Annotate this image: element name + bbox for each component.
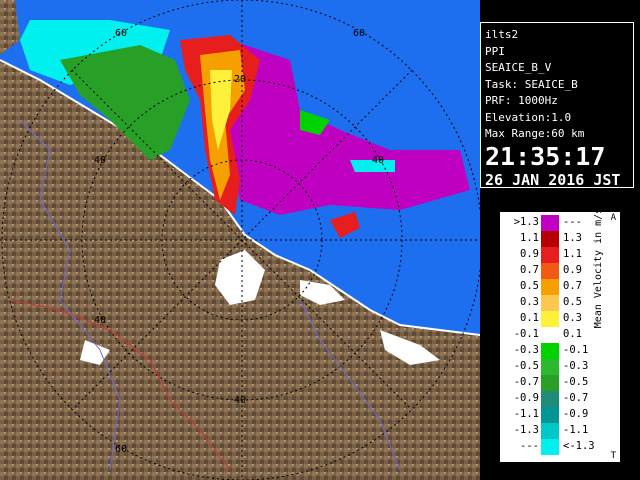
legend-cap-bottom: T — [610, 451, 616, 461]
legend-row: -0.1 0.1 — [501, 327, 601, 343]
legend-high-value: -1.1 — [563, 424, 589, 436]
legend-swatch — [541, 359, 559, 375]
legend-low-value: 0.1 — [520, 312, 539, 324]
legend-swatch — [541, 391, 559, 407]
legend-row: -0.5 -0.3 — [501, 359, 601, 375]
legend-low-value: -0.5 — [513, 360, 539, 372]
legend-high-value: -0.7 — [563, 392, 589, 404]
product-name: SEAICE_B_V — [485, 61, 552, 74]
legend-row: 0.9 1.1 — [501, 247, 601, 263]
legend-low-value: 0.3 — [520, 296, 539, 308]
legend-swatch — [541, 423, 559, 439]
task-name: Task: SEAICE_B — [485, 77, 578, 91]
legend-swatch — [541, 263, 559, 279]
ring-label-60-sw: 60 — [115, 444, 127, 455]
legend-high-value: -0.5 — [563, 376, 589, 388]
ring-label-20-north: 20 — [234, 74, 246, 85]
legend-swatch — [541, 215, 559, 231]
legend-high-value: -0.9 — [563, 408, 589, 420]
legend-swatch — [541, 327, 559, 343]
legend-row: -1.1 -0.9 — [501, 407, 601, 423]
legend-row: -0.3 -0.1 — [501, 343, 601, 359]
ring-label-40-east: 40 — [372, 155, 384, 166]
max-range: Max Range:60 km — [485, 127, 585, 140]
legend-swatch — [541, 439, 559, 455]
legend-row: 0.7 0.9 — [501, 263, 601, 279]
legend-low-value: -0.3 — [513, 344, 539, 356]
ring-label-60-ne: 60 — [353, 28, 365, 39]
legend-row: -0.7 -0.5 — [501, 375, 601, 391]
prf: PRF: 1000Hz — [485, 94, 558, 107]
legend-low-value: --- — [520, 440, 539, 452]
legend-swatch — [541, 343, 559, 359]
legend-swatch — [541, 295, 559, 311]
ring-label-40-west: 40 — [94, 155, 106, 166]
legend-row: >1.3 --- — [501, 215, 601, 231]
legend-row: 0.3 0.5 — [501, 295, 601, 311]
legend-high-value: <-1.3 — [563, 440, 595, 452]
legend-low-value: 0.7 — [520, 264, 539, 276]
elevation: Elevation:1.0 — [485, 110, 572, 124]
legend-low-value: -0.9 — [513, 392, 539, 404]
ring-label-40-south: 40 — [234, 395, 246, 406]
legend-row: 0.5 0.7 — [501, 279, 601, 295]
legend-swatch — [541, 231, 559, 247]
legend-low-value: >1.3 — [513, 216, 539, 228]
legend-swatch — [541, 375, 559, 391]
radar-map[interactable]: 20 40 40 40 40 60 60 60 — [0, 0, 480, 480]
legend-low-value: 0.9 — [520, 248, 539, 260]
radar-info-panel: ilts2 PPI SEAICE_B_V Task: SEAICE_B PRF:… — [480, 22, 634, 189]
legend-row: 0.1 0.3 — [501, 311, 601, 327]
legend-row: -0.9 -0.7 — [501, 391, 601, 407]
legend-swatch — [541, 407, 559, 423]
legend-low-value: -0.1 — [513, 328, 539, 340]
scan-time: 21:35:17 — [485, 141, 606, 171]
legend-row: --- <-1.3 — [501, 439, 601, 455]
scan-type: PPI — [485, 44, 505, 58]
legend-low-value: -0.7 — [513, 376, 539, 388]
legend-swatch — [541, 311, 559, 327]
legend-low-value: 0.5 — [520, 280, 539, 292]
legend-cap-top: A — [610, 213, 616, 223]
legend-low-value: -1.3 — [513, 424, 539, 436]
legend-row: -1.3 -1.1 — [501, 423, 601, 439]
legend-low-value: 1.1 — [520, 232, 539, 244]
ring-label-60-nw: 60 — [115, 28, 127, 39]
site-name: ilts2 — [485, 28, 519, 41]
legend-swatch — [541, 247, 559, 263]
legend-low-value: -1.1 — [513, 408, 539, 420]
velocity-legend: >1.3 --- 1.1 1.3 0.9 1.1 0.7 0.9 0.5 0.7 0.3 0.5 0.1… — [500, 208, 620, 462]
scan-date: 26 JAN 2016 JST — [485, 170, 621, 189]
legend-title: Mean Velocity in m/s — [593, 207, 604, 329]
legend-swatch — [541, 279, 559, 295]
legend-row: 1.1 1.3 — [501, 231, 601, 247]
